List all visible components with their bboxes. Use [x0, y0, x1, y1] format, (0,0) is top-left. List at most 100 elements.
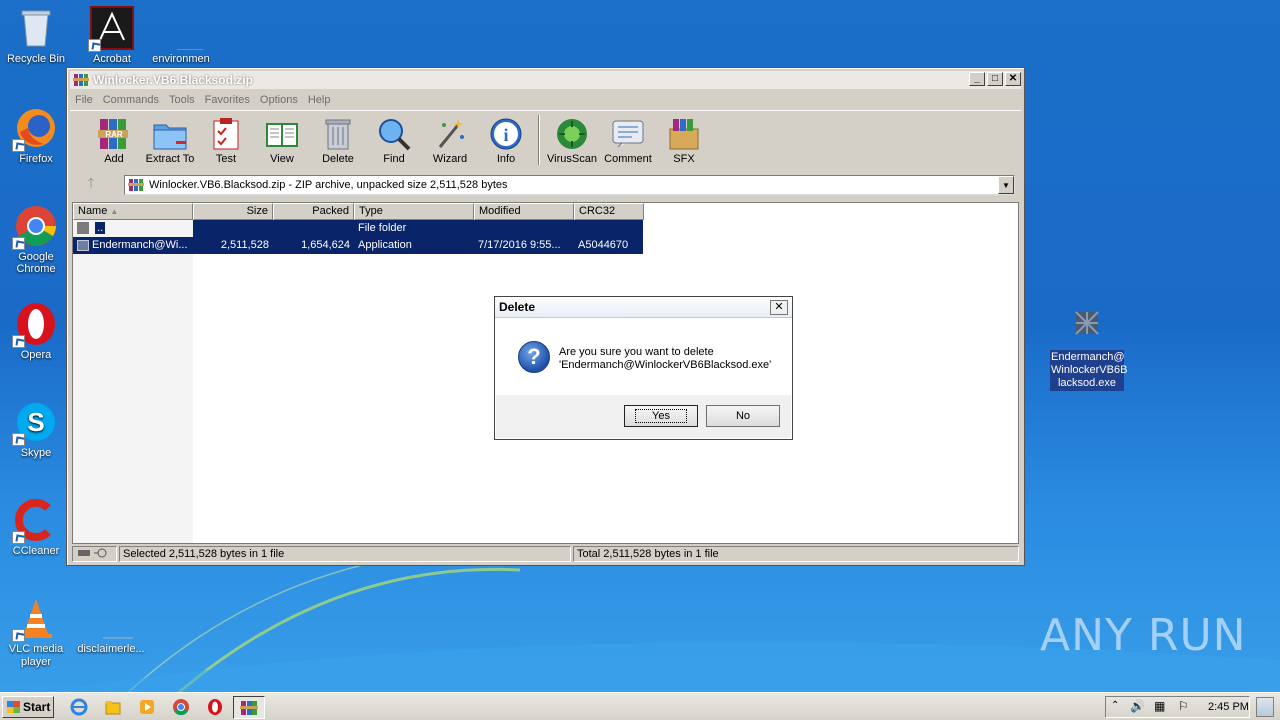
column-header-modified[interactable]: Modified: [474, 203, 574, 220]
blank-file-icon: [159, 6, 222, 51]
window-titlebar[interactable]: Winlocker.VB6.Blacksod.zip _ □ ✕: [70, 71, 1021, 89]
column-header-packed[interactable]: Packed: [273, 203, 354, 220]
media-player-icon[interactable]: [138, 698, 156, 716]
toolbar-sfx-button[interactable]: SFX: [656, 111, 712, 165]
column-header-name[interactable]: Name ▲: [73, 203, 193, 220]
menu-help[interactable]: Help: [308, 94, 331, 106]
opera-icon[interactable]: [206, 698, 224, 716]
no-button[interactable]: No: [706, 405, 780, 427]
shortcut-arrow-icon: [12, 629, 25, 642]
desktop-icon-disclaimer[interactable]: disclaimerle...: [76, 596, 147, 655]
up-arrow-icon[interactable]: 🡑: [78, 174, 104, 194]
test-clipboard-icon: [208, 117, 244, 151]
sfx-box-icon: [666, 117, 702, 151]
show-hidden-icons-icon[interactable]: ⌃: [1111, 700, 1119, 711]
toolbar-extract-button[interactable]: Extract To: [142, 111, 198, 165]
add-archive-icon: RAR: [96, 117, 132, 151]
blank-file-icon: [89, 596, 147, 640]
start-button[interactable]: Start: [2, 696, 54, 718]
desktop-icon-skype[interactable]: S Skype: [1, 400, 71, 459]
table-row[interactable]: Endermanch@Wi... 2,511,528 1,654,624 App…: [73, 237, 643, 254]
explorer-folder-icon[interactable]: [104, 698, 122, 716]
yes-button[interactable]: Yes: [624, 405, 698, 427]
menu-file[interactable]: File: [75, 94, 93, 106]
column-header-crc32[interactable]: CRC32: [574, 203, 644, 220]
menu-commands[interactable]: Commands: [103, 94, 159, 106]
toolbar-add-button[interactable]: RAR Add: [86, 111, 142, 165]
menu-tools[interactable]: Tools: [169, 94, 195, 106]
toolbar-test-button[interactable]: Test: [198, 111, 254, 165]
desktop-icon-opera[interactable]: Opera: [1, 302, 71, 361]
anyrun-watermark: ANY RUN: [1040, 610, 1247, 661]
desktop-icon-chrome[interactable]: Google Chrome: [1, 204, 71, 275]
toolbar-comment-button[interactable]: Comment: [600, 111, 656, 165]
toolbar-find-button[interactable]: Find: [366, 111, 422, 165]
chevron-down-icon[interactable]: ▼: [998, 176, 1014, 194]
ie-icon[interactable]: [70, 698, 88, 716]
menu-favorites[interactable]: Favorites: [205, 94, 250, 106]
dialog-title[interactable]: Delete: [495, 297, 792, 318]
desktop-icon-label: Recycle Bin: [6, 53, 66, 65]
desktop-icon-label: environmen: [152, 53, 210, 65]
row-size-cell: [193, 220, 273, 237]
row-name-cell: Endermanch@Wi...: [73, 237, 193, 254]
row-type-cell: File folder: [358, 222, 407, 234]
exe-file-icon: [1072, 308, 1102, 338]
parent-folder-icon: [77, 222, 89, 235]
minimize-button[interactable]: _: [969, 72, 985, 86]
desktop-icon-label: VLC media player: [8, 643, 64, 668]
desktop-icon-label: Acrobat: [93, 53, 131, 65]
wand-icon: [432, 117, 468, 151]
chrome-icon: [12, 204, 58, 250]
desktop-icon-recycle-bin[interactable]: Recycle Bin: [1, 6, 71, 65]
view-book-icon: [264, 117, 300, 151]
desktop-icon-vlc[interactable]: VLC media player: [1, 596, 71, 669]
row-packed-cell: [273, 220, 354, 237]
table-row[interactable]: .. File folder: [73, 220, 643, 237]
row-type-cell: Application: [358, 239, 412, 251]
status-total: Total 2,511,528 bytes in 1 file: [573, 546, 1019, 562]
row-packed-cell: 1,654,624: [301, 239, 350, 251]
toolbar-delete-button[interactable]: Delete: [310, 111, 366, 165]
network-icon[interactable]: ▦: [1154, 699, 1165, 713]
winrar-icon: [73, 74, 89, 86]
row-crc-cell: [574, 220, 643, 237]
dialog-close-icon[interactable]: ✕: [770, 300, 788, 315]
desktop-icon-label: Skype: [20, 447, 52, 459]
shortcut-arrow-icon: [12, 139, 25, 152]
svg-text:S: S: [27, 407, 44, 437]
opera-icon: [12, 302, 58, 348]
desktop-file-endermanch[interactable]: Endermanch@ WinlockerVB6B lacksod.exe: [1050, 308, 1127, 391]
desktop-icon-ccleaner[interactable]: CCleaner: [1, 498, 71, 557]
toolbar-separator: [538, 115, 540, 165]
action-center-flag-icon[interactable]: ⚐: [1178, 699, 1189, 713]
toolbar-view-button[interactable]: View: [254, 111, 310, 165]
toolbar-virusscan-button[interactable]: VirusScan: [544, 111, 600, 165]
maximize-button[interactable]: □: [987, 72, 1003, 86]
menu-options[interactable]: Options: [260, 94, 298, 106]
desktop-icon-firefox[interactable]: Firefox: [1, 106, 71, 165]
menubar: File Commands Tools Favorites Options He…: [70, 90, 1021, 109]
column-header-type[interactable]: Type: [354, 203, 474, 220]
show-desktop-button[interactable]: [1256, 697, 1274, 717]
toolbar-info-button[interactable]: i Info: [478, 111, 534, 165]
shortcut-arrow-icon: [12, 335, 25, 348]
chrome-icon[interactable]: [172, 698, 190, 716]
address-field[interactable]: Winlocker.VB6.Blacksod.zip - ZIP archive…: [124, 175, 1015, 195]
vlc-cone-icon: [12, 596, 58, 642]
sort-up-icon: ▲: [110, 207, 119, 216]
column-header-size[interactable]: Size: [193, 203, 273, 220]
dialog-body: ? Are you sure you want to delete 'Ender…: [496, 319, 791, 396]
firefox-icon: [12, 106, 58, 152]
shortcut-arrow-icon: [88, 39, 101, 52]
desktop-icon-acrobat[interactable]: Acrobat: [77, 6, 147, 65]
volume-icon[interactable]: 🔊: [1130, 699, 1145, 713]
taskbar-winrar-button[interactable]: [233, 696, 265, 719]
desktop-icon-environment[interactable]: environmen: [146, 6, 222, 65]
shortcut-arrow-icon: [12, 531, 25, 544]
toolbar-wizard-button[interactable]: Wizard: [422, 111, 478, 165]
clock[interactable]: 2:45 PM: [1208, 701, 1249, 713]
winrar-icon: [240, 701, 258, 715]
close-button[interactable]: ✕: [1005, 72, 1021, 86]
question-icon: ?: [518, 341, 550, 373]
